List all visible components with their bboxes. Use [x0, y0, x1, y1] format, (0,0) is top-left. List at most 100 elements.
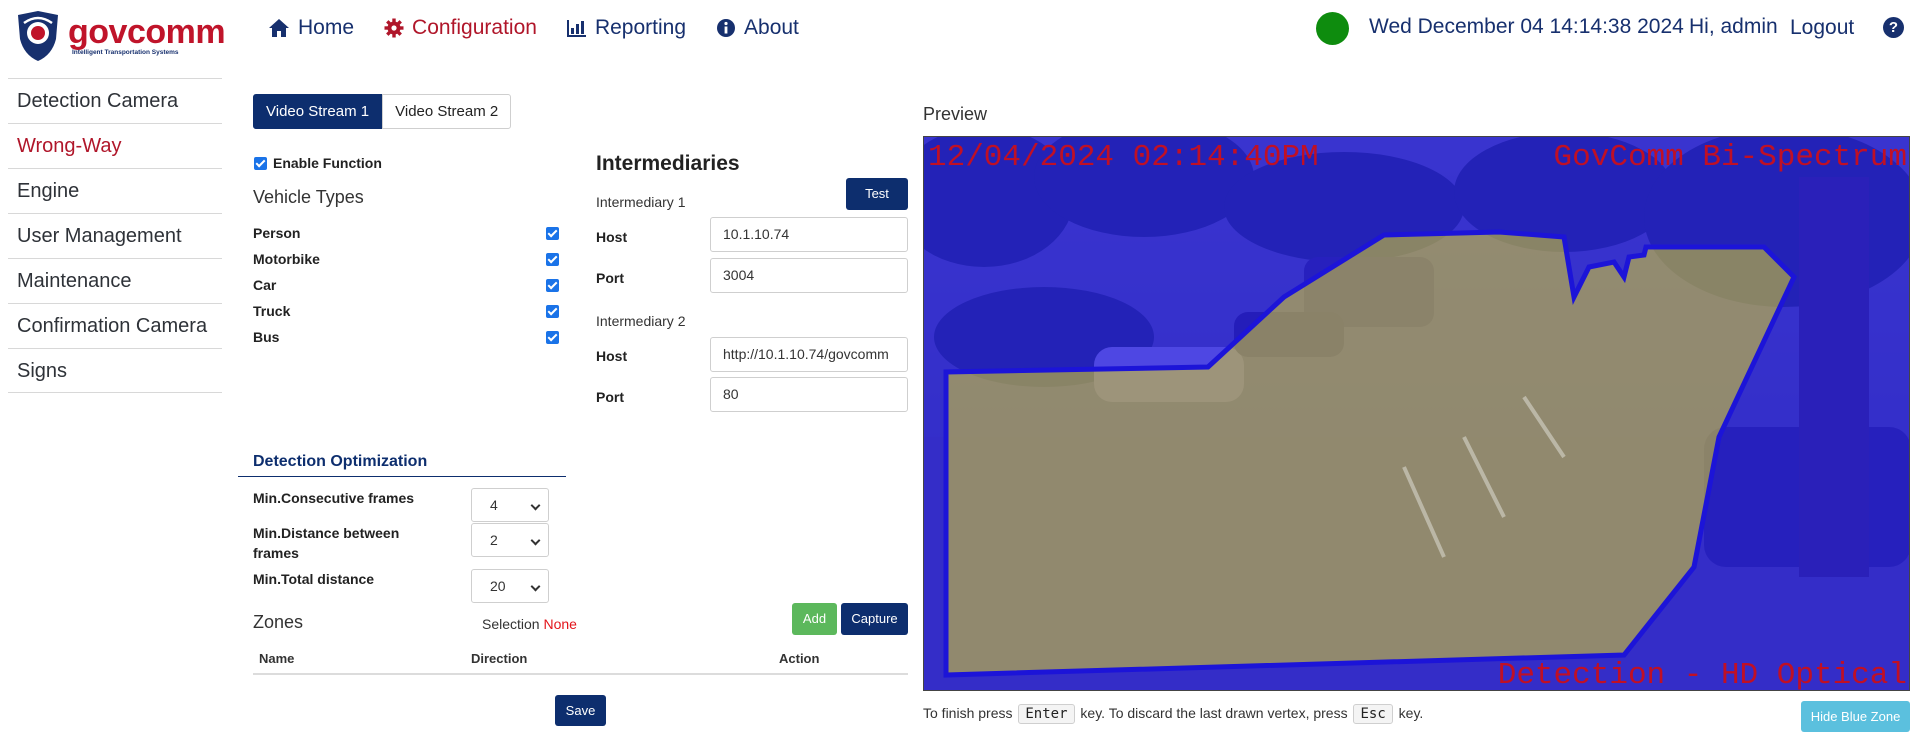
hide-blue-zone-button[interactable]: Hide Blue Zone — [1801, 701, 1910, 732]
chevron-down-icon — [530, 500, 541, 511]
test-button[interactable]: Test — [846, 178, 908, 210]
vehicle-type-label: Motorbike — [253, 251, 320, 267]
nav-configuration-label: Configuration — [412, 16, 537, 39]
help-icon[interactable]: ? — [1883, 17, 1904, 38]
column-header-name: Name — [259, 651, 295, 666]
nav-reporting[interactable]: Reporting — [566, 14, 687, 42]
govcomm-logo[interactable]: govcomm Intelligent Transportation Syste… — [14, 9, 226, 63]
motorbike-checkbox[interactable] — [546, 252, 559, 266]
add-zone-button[interactable]: Add — [792, 603, 837, 635]
nav-home[interactable]: Home — [268, 14, 354, 42]
intermediary-2-host-input[interactable]: http://10.1.10.74/govcomm — [710, 337, 908, 372]
tab-video-stream-2[interactable]: Video Stream 2 — [382, 94, 512, 129]
column-header-action: Action — [779, 651, 820, 666]
main-nav: Home Configuration Reporting About — [268, 14, 829, 42]
intermediary-1-host-input[interactable]: 10.1.10.74 — [710, 217, 908, 252]
gear-icon — [384, 18, 404, 38]
sidebar-item-detection-camera[interactable]: Detection Camera — [8, 78, 222, 123]
stream-tabs: Video Stream 1 Video Stream 2 — [253, 94, 512, 129]
enable-function: Enable Function — [254, 155, 382, 171]
intermediaries-title: Intermediaries — [596, 152, 740, 175]
intermediary-2-host-label: Host — [596, 348, 628, 364]
min-distance-select[interactable]: 2 — [471, 523, 549, 557]
vehicle-types-list: Person Motorbike Car Truck Bus — [253, 220, 559, 350]
brand-tagline: Intelligent Transportation Systems — [72, 49, 179, 56]
enable-function-checkbox[interactable] — [254, 156, 267, 170]
intermediary-1-port-input[interactable]: 3004 — [710, 258, 908, 293]
config-sidebar: Detection Camera Wrong-Way Engine User M… — [8, 78, 222, 393]
min-consecutive-frames-label: Min.Consecutive frames — [253, 490, 415, 506]
sidebar-item-engine[interactable]: Engine — [8, 168, 222, 213]
nav-configuration[interactable]: Configuration — [384, 14, 537, 42]
tab-video-stream-1[interactable]: Video Stream 1 — [253, 94, 383, 129]
camera-preview-canvas[interactable]: 12/04/2024 02:14:40PM GovComm Bi-Spectru… — [923, 136, 1910, 691]
brand-name: govcomm — [68, 13, 226, 51]
vehicle-type-label: Person — [253, 225, 301, 241]
user-greeting: Hi, admin — [1689, 15, 1778, 38]
sidebar-item-user-management[interactable]: User Management — [8, 213, 222, 258]
logout-link[interactable]: Logout — [1790, 16, 1854, 40]
hint-text: key. — [1398, 705, 1424, 721]
nav-home-label: Home — [298, 16, 355, 39]
intermediary-1-label: Intermediary 1 — [596, 194, 686, 210]
save-button[interactable]: Save — [555, 695, 606, 726]
vehicle-types-title: Vehicle Types — [253, 187, 364, 207]
chart-icon — [566, 20, 586, 37]
intermediary-2-port-label: Port — [596, 389, 624, 405]
nav-about-label: About — [744, 16, 799, 39]
header-datetime: Wed December 04 14:14:38 2024 — [1369, 15, 1684, 38]
car-checkbox[interactable] — [546, 278, 559, 292]
intermediary-1-host-label: Host — [596, 229, 628, 245]
chevron-down-icon — [530, 535, 541, 546]
top-header: govcomm Intelligent Transportation Syste… — [0, 0, 1920, 70]
intermediary-2-port-input[interactable]: 80 — [710, 377, 908, 412]
vehicle-type-motorbike: Motorbike — [253, 246, 559, 272]
enable-function-label: Enable Function — [273, 155, 382, 171]
connection-status-indicator — [1316, 12, 1349, 45]
select-value: 4 — [490, 497, 498, 513]
chevron-down-icon — [530, 581, 541, 592]
bus-checkbox[interactable] — [546, 330, 559, 344]
esc-key: Esc — [1353, 704, 1393, 724]
truck-checkbox[interactable] — [546, 304, 559, 318]
section-divider — [238, 476, 566, 477]
person-checkbox[interactable] — [546, 226, 559, 240]
min-consecutive-frames-select[interactable]: 4 — [471, 488, 549, 522]
sidebar-item-signs[interactable]: Signs — [8, 348, 222, 393]
vehicle-type-label: Truck — [253, 303, 291, 319]
preview-title: Preview — [923, 104, 988, 124]
nav-about[interactable]: About — [716, 14, 799, 42]
sidebar-item-maintenance[interactable]: Maintenance — [8, 258, 222, 303]
sidebar-item-confirmation-camera[interactable]: Confirmation Camera — [8, 303, 222, 348]
capture-button[interactable]: Capture — [841, 603, 908, 635]
intermediary-1-port-label: Port — [596, 270, 624, 286]
vehicle-type-label: Bus — [253, 329, 280, 345]
enter-key: Enter — [1018, 704, 1075, 724]
vehicle-type-car: Car — [253, 272, 559, 298]
detection-optimization-title: Detection Optimization — [253, 453, 428, 470]
shield-logo-icon — [18, 11, 58, 61]
overlay-timestamp: 12/04/2024 02:14:40PM — [928, 140, 1319, 175]
vehicle-type-bus: Bus — [253, 324, 559, 350]
hint-text: key. To discard the last drawn vertex, p… — [1080, 705, 1348, 721]
vehicle-type-truck: Truck — [253, 298, 559, 324]
sidebar-item-wrong-way[interactable]: Wrong-Way — [8, 123, 222, 168]
min-total-distance-select[interactable]: 20 — [471, 569, 549, 603]
vehicle-type-person: Person — [253, 220, 559, 246]
info-icon — [717, 19, 736, 37]
overlay-camera-title: GovComm Bi-Spectrum — [1554, 140, 1907, 175]
zone-selection-status: Selection None — [482, 616, 577, 632]
selection-label: Selection — [482, 616, 540, 632]
nav-reporting-label: Reporting — [594, 16, 687, 39]
zones-title: Zones — [253, 612, 304, 632]
overlay-footer: Detection - HD Optical — [1498, 658, 1907, 691]
drawing-hint: To finish press Enter key. To discard th… — [923, 704, 1423, 724]
intermediary-2-label: Intermediary 2 — [596, 313, 686, 329]
min-distance-label: Min.Distance between frames — [253, 525, 400, 561]
camera-frame: 12/04/2024 02:14:40PM GovComm Bi-Spectru… — [924, 137, 1909, 691]
zones-table-divider — [253, 673, 908, 675]
column-header-direction: Direction — [471, 651, 528, 666]
hint-text: To finish press — [923, 705, 1013, 721]
selection-value: None — [543, 616, 577, 632]
select-value: 2 — [490, 532, 498, 548]
